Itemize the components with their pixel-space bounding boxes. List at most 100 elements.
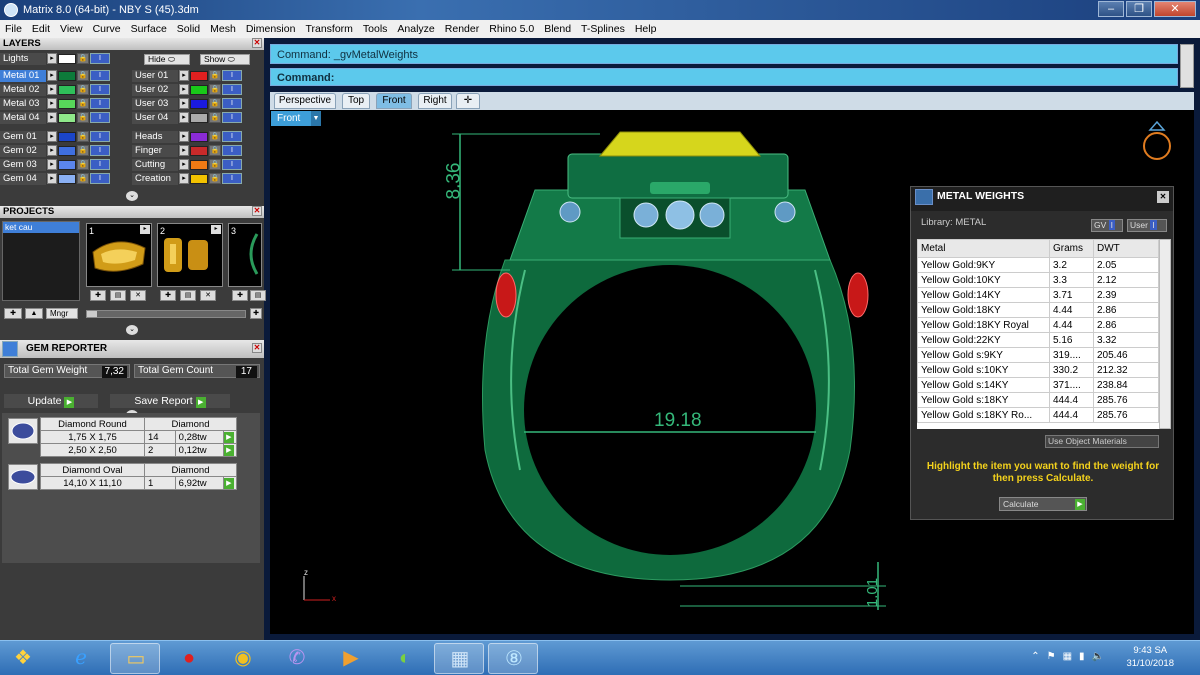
layer-visibility[interactable]: I	[90, 112, 110, 123]
lock-icon[interactable]: 🔒	[77, 84, 89, 95]
viewport-name-dropdown[interactable]: Front ▼	[271, 111, 321, 126]
table-row[interactable]: 14,10 X 11,10 1 6,92tw ▶	[40, 476, 238, 490]
layer-visibility[interactable]: I	[90, 159, 110, 170]
layer-row[interactable]: Creation ▸ 🔒 I	[132, 172, 242, 185]
lock-icon[interactable]: 🔒	[77, 98, 89, 109]
expand-icon[interactable]: ▸	[47, 70, 57, 81]
tab-top[interactable]: Top	[342, 93, 370, 109]
lock-icon[interactable]: 🔒	[77, 159, 89, 170]
hide-button[interactable]: Hide ⬭	[144, 54, 190, 65]
layer-color[interactable]	[190, 159, 208, 170]
use-object-materials-checkbox[interactable]: Use Object Materials	[1045, 435, 1159, 448]
layer-row[interactable]: Gem 02 ▸ 🔒 I	[0, 144, 110, 157]
project-list-item[interactable]: ket cau	[3, 222, 79, 233]
lock-icon[interactable]: 🔒	[209, 173, 221, 184]
layer-color[interactable]	[190, 112, 208, 123]
close-icon[interactable]: ✕	[252, 343, 262, 353]
thumbnail-menu-icon[interactable]: ▸	[211, 225, 221, 234]
layer-color[interactable]	[58, 145, 76, 156]
layer-row[interactable]: Metal 01 ▸ 🔒 I	[0, 69, 110, 82]
layer-color[interactable]	[58, 98, 76, 109]
layer-row[interactable]: Gem 01 ▸ 🔒 I	[0, 130, 110, 143]
play-icon[interactable]: ▶	[223, 445, 234, 456]
menu-file[interactable]: File	[0, 23, 27, 35]
maximize-button[interactable]: ❐	[1126, 1, 1152, 17]
layer-visibility[interactable]: I	[222, 70, 242, 81]
layer-row[interactable]: User 04 ▸ 🔒 I	[132, 111, 242, 124]
layer-row[interactable]: Heads ▸ 🔒 I	[132, 130, 242, 143]
add-project-icon[interactable]: ✚	[4, 308, 22, 319]
expand-icon[interactable]: ▸	[47, 98, 57, 109]
lock-icon[interactable]: 🔒	[77, 70, 89, 81]
save-icon[interactable]: ▤	[250, 290, 266, 301]
expand-icon[interactable]: ▸	[47, 84, 57, 95]
table-row[interactable]: Yellow Gold:14KY 3.71 2.39	[917, 287, 1159, 303]
taskbar-app-green[interactable]: ◐	[380, 643, 430, 674]
table-row[interactable]: Yellow Gold s:18KY Ro... 444.4 285.76	[917, 407, 1159, 423]
taskbar-media[interactable]: ▶	[326, 643, 376, 674]
expand-icon[interactable]: ▸	[179, 159, 189, 170]
tab-front[interactable]: Front	[376, 93, 412, 109]
lock-icon[interactable]: 🔒	[209, 98, 221, 109]
add-tab-icon[interactable]: ✛	[456, 93, 480, 109]
command-scrollbar[interactable]	[1180, 44, 1194, 88]
close-icon[interactable]: ✕	[252, 38, 262, 48]
expand-icon[interactable]: ▸	[47, 145, 57, 156]
table-row[interactable]: Yellow Gold s:18KY 444.4 285.76	[917, 392, 1159, 408]
lock-icon[interactable]: 🔒	[77, 145, 89, 156]
menu-curve[interactable]: Curve	[88, 23, 126, 35]
lock-icon[interactable]: 🔒	[209, 112, 221, 123]
layer-visibility[interactable]: I	[90, 145, 110, 156]
taskbar-v8[interactable]: ⑧	[488, 643, 538, 674]
expand-icon[interactable]: ▸	[179, 173, 189, 184]
lock-icon[interactable]: 🔒	[209, 131, 221, 142]
layer-color[interactable]	[190, 98, 208, 109]
close-button[interactable]: ✕	[1154, 1, 1196, 17]
tab-perspective[interactable]: Perspective	[274, 93, 336, 109]
layer-visibility[interactable]: I	[90, 131, 110, 142]
collapse-handle-icon[interactable]: ⌄	[126, 191, 138, 201]
menu-tools[interactable]: Tools	[358, 23, 393, 35]
layer-visibility[interactable]: I	[90, 173, 110, 184]
menu-rhino[interactable]: Rhino 5.0	[484, 23, 539, 35]
taskbar-matrix[interactable]: ▦	[434, 643, 484, 674]
layer-row[interactable]: User 01 ▸ 🔒 I	[132, 69, 242, 82]
taskbar-app-red[interactable]: ●	[164, 643, 214, 674]
menu-transform[interactable]: Transform	[300, 23, 357, 35]
show-button[interactable]: Show ⬭	[200, 54, 250, 65]
close-icon[interactable]: ✕	[1157, 191, 1169, 203]
metal-table-scrollbar[interactable]	[1159, 239, 1171, 429]
lock-icon[interactable]: 🔒	[209, 84, 221, 95]
add-icon[interactable]: ✚	[90, 290, 106, 301]
expand-icon[interactable]: ▸	[179, 98, 189, 109]
collapse-handle-icon[interactable]: ⌄	[126, 325, 138, 335]
lock-icon[interactable]: 🔒	[77, 173, 89, 184]
chevron-up-icon[interactable]: ⌃	[1031, 651, 1039, 662]
table-row[interactable]: 1,75 X 1,75 14 0,28tw ▶	[40, 430, 238, 444]
gv-toggle[interactable]: GV I	[1091, 219, 1123, 232]
expand-icon[interactable]: ▸	[47, 159, 57, 170]
table-row[interactable]: Yellow Gold:22KY 5.16 3.32	[917, 332, 1159, 348]
play-icon[interactable]: ▶	[223, 478, 234, 489]
thumbnail-menu-icon[interactable]: ▸	[140, 225, 150, 234]
manager-button[interactable]: Mngr	[46, 308, 78, 319]
user-toggle[interactable]: User I	[1127, 219, 1167, 232]
tab-right[interactable]: Right	[418, 93, 452, 109]
taskbar-explorer[interactable]: ▭	[110, 643, 160, 674]
signal-icon[interactable]: ▮	[1079, 651, 1085, 662]
flag-icon[interactable]: ⚑	[1047, 651, 1056, 662]
network-icon[interactable]: ▦	[1063, 651, 1072, 662]
layer-row-lights[interactable]: Lights ▸ 🔒 I	[0, 52, 110, 65]
layer-color[interactable]	[58, 159, 76, 170]
layer-row[interactable]: Finger ▸ 🔒 I	[132, 144, 242, 157]
layer-visibility[interactable]: I	[222, 98, 242, 109]
layer-row[interactable]: Gem 03 ▸ 🔒 I	[0, 158, 110, 171]
layer-color[interactable]	[190, 173, 208, 184]
expand-icon[interactable]: ▸	[179, 70, 189, 81]
layer-color[interactable]	[190, 84, 208, 95]
table-row[interactable]: 2,50 X 2,50 2 0,12tw ▶	[40, 443, 238, 457]
column-header-metal[interactable]: Metal	[917, 239, 1050, 258]
taskbar-ie[interactable]: ℯ	[56, 643, 106, 674]
layer-row[interactable]: User 02 ▸ 🔒 I	[132, 83, 242, 96]
layer-row[interactable]: Metal 04 ▸ 🔒 I	[0, 111, 110, 124]
